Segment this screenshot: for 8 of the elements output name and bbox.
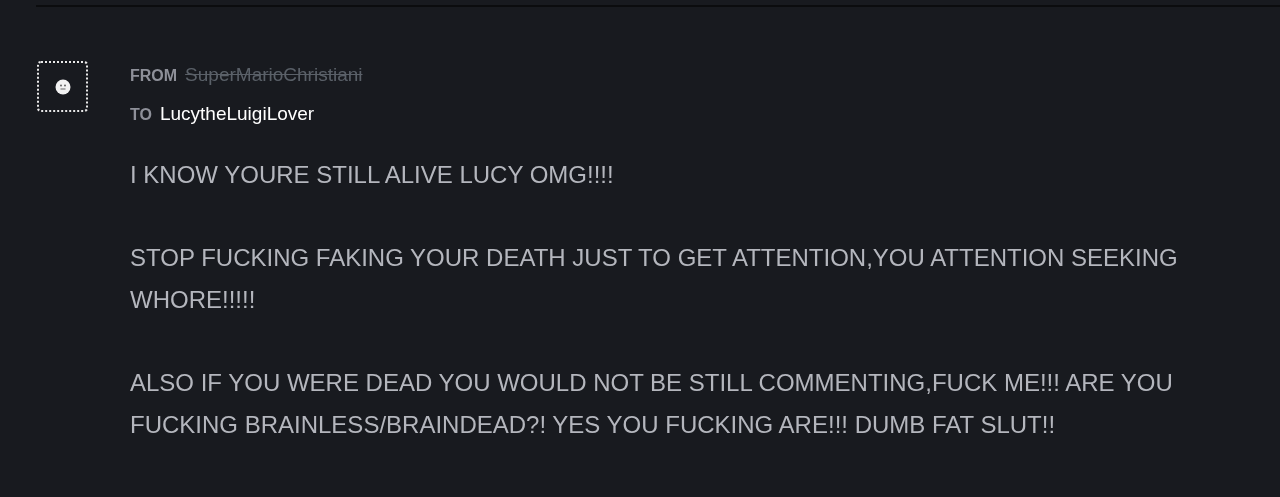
sender-name: SuperMarioChristiani (185, 63, 363, 87)
message-paragraph: STOP FUCKING FAKING YOUR DEATH JUST TO GET ATTENTION,YOU ATTENTION SEEKING WHORE!!!!! (130, 243, 1179, 315)
recipient-name: LucytheLuigiLover (159, 102, 315, 126)
to-label: TO (130, 105, 152, 125)
message-paragraph: I KNOW YOURE STILL ALIVE LUCY OMG!!!! (130, 160, 615, 190)
smiley-icon (54, 78, 71, 95)
message-paragraph: ALSO IF YOU WERE DEAD YOU WOULD NOT BE STILL COMMENTING,FUCK ME!!! ARE YOU FUCKING BRAINLESS/BRAINDEAD?! YES YOU FUCKING ARE!!! DUMB FAT SLUT!! (130, 368, 1174, 440)
from-label: FROM (130, 66, 178, 86)
